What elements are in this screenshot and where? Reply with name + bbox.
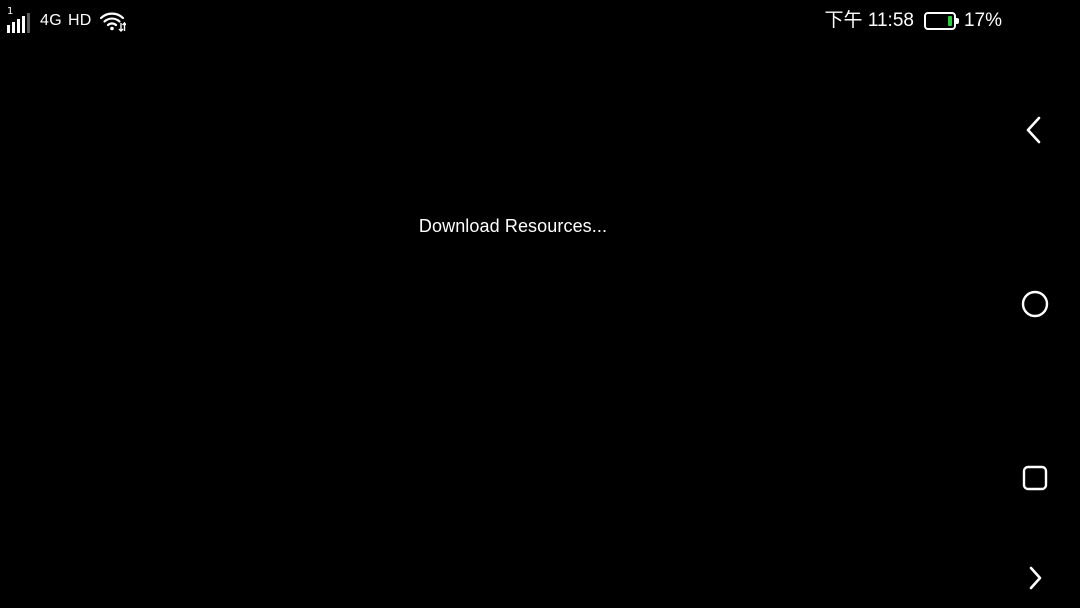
circle-home-icon bbox=[1021, 290, 1049, 318]
chevron-left-icon bbox=[1026, 116, 1041, 144]
navigation-bar bbox=[990, 0, 1080, 608]
wifi-icon bbox=[99, 12, 126, 32]
loading-message: Download Resources... bbox=[418, 216, 608, 236]
forward-button[interactable] bbox=[1014, 557, 1056, 599]
clock: 下午 11:58 bbox=[824, 10, 914, 31]
recents-button[interactable] bbox=[1014, 457, 1056, 499]
back-button[interactable] bbox=[1014, 109, 1056, 151]
status-bar-right: 下午 11:58 17% bbox=[825, 8, 1002, 34]
status-bar-left: 1 4G HD bbox=[6, 6, 126, 34]
sim-slot-label: 1 bbox=[7, 6, 14, 17]
hd-voice-label: HD bbox=[67, 12, 92, 29]
home-button[interactable] bbox=[1014, 283, 1056, 325]
battery-level-fill bbox=[947, 16, 952, 26]
battery-icon bbox=[923, 12, 959, 30]
signal-strength-icon: 1 bbox=[6, 6, 34, 33]
screen: 1 4G HD 下午 11:58 17% Download Resources.… bbox=[0, 0, 1080, 608]
network-type-label: 4G bbox=[40, 12, 62, 29]
square-recents-icon bbox=[1022, 465, 1048, 491]
chevron-right-icon bbox=[1029, 566, 1042, 590]
